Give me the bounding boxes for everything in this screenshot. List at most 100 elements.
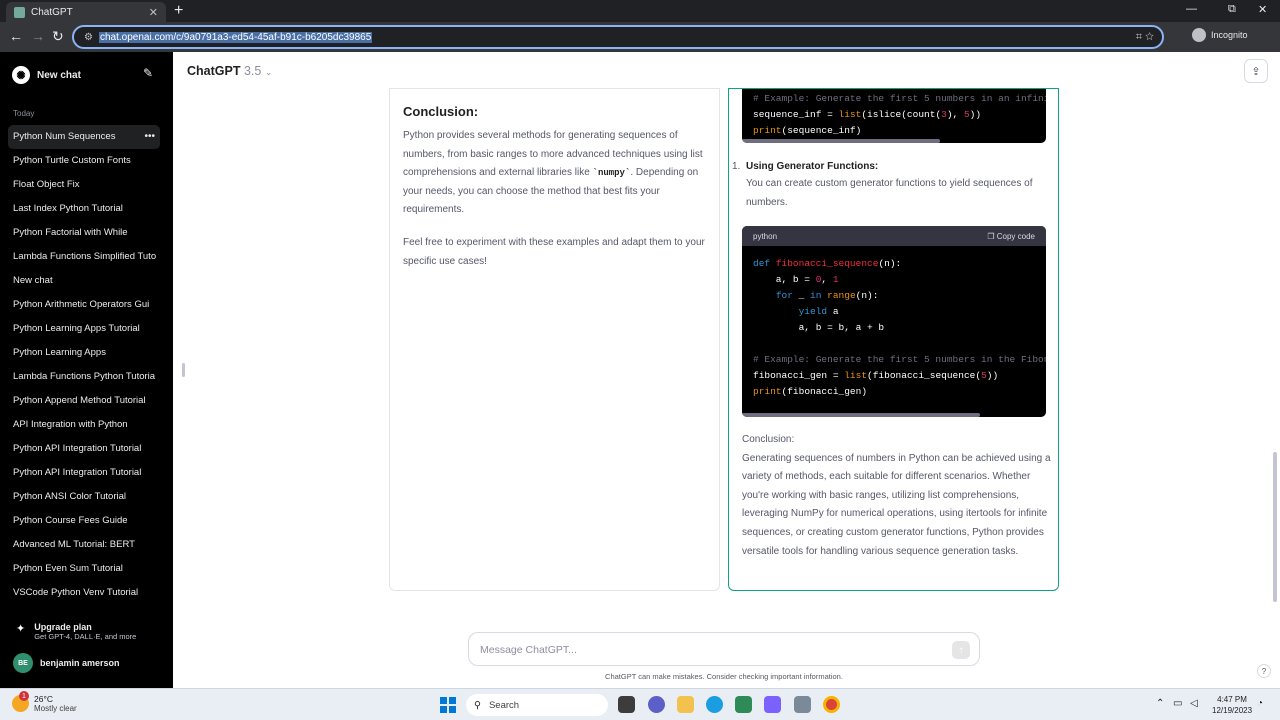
- send-button[interactable]: ↑: [952, 641, 970, 659]
- sidebar-history-label: Lambda Functions Simplified Tuto: [13, 251, 157, 262]
- code-text: (fibonacci_sequence(: [867, 370, 982, 381]
- model-selector[interactable]: ChatGPT 3.5 ⌄: [187, 64, 272, 78]
- sidebar-history-item[interactable]: Python API Integration Tutorial: [8, 461, 160, 485]
- code-text: )): [969, 109, 982, 120]
- chrome-icon[interactable]: [823, 696, 840, 713]
- code-text: (sequence_inf): [781, 125, 862, 136]
- new-chat-button[interactable]: ✺ New chat: [12, 66, 81, 84]
- bookmark-star-icon[interactable]: ⌗ ☆: [1136, 31, 1154, 44]
- user-menu[interactable]: BE benjamin amerson: [13, 653, 120, 673]
- notification-icon[interactable]: ◔: [1257, 698, 1263, 709]
- new-tab-button[interactable]: +: [174, 2, 183, 20]
- sidebar-history-label: Python Append Method Tutorial: [13, 395, 146, 406]
- sidebar-history-item[interactable]: Lambda Functions Python Tutoria: [8, 365, 160, 389]
- sidebar-history-label: VSCode Python Venv Tutorial: [13, 587, 139, 598]
- sidebar-history-item[interactable]: Python Factorial with While: [8, 221, 160, 245]
- volume-icon[interactable]: ◁: [1190, 698, 1198, 709]
- code-keyword: in: [810, 290, 822, 301]
- sidebar-history-item[interactable]: Python Course Fees Guide: [8, 509, 160, 533]
- sidebar-history-label: API Integration with Python: [13, 419, 128, 430]
- restore-button[interactable]: ⧉: [1228, 3, 1236, 16]
- code-text: (n):: [878, 258, 902, 269]
- sidebar-history-item[interactable]: API Integration with Python: [8, 413, 160, 437]
- minimize-button[interactable]: —: [1186, 3, 1197, 15]
- sidebar-history-item[interactable]: Python ANSI Color Tutorial: [8, 485, 160, 509]
- help-button[interactable]: ?: [1257, 664, 1271, 678]
- sidebar-history-item[interactable]: New chat: [8, 269, 160, 293]
- page-scrollbar[interactable]: [1273, 452, 1277, 602]
- conclusion-heading: Conclusion:: [403, 104, 479, 119]
- response-panel-left[interactable]: Conclusion: Python provides several meth…: [389, 88, 720, 591]
- sidebar-history-item[interactable]: Python Learning Apps Tutorial: [8, 317, 160, 341]
- address-bar[interactable]: ⚙ chat.openai.com/c/9a0791a3-ed54-45af-b…: [72, 25, 1164, 49]
- share-icon: ⇪: [1251, 65, 1261, 78]
- forward-icon[interactable]: →: [31, 28, 45, 44]
- close-window-button[interactable]: ✕: [1258, 3, 1267, 16]
- sparkle-icon: ✦: [16, 623, 26, 635]
- sidebar-history-item[interactable]: Python Num Sequences •••: [8, 125, 160, 149]
- sidebar-history-item[interactable]: VSCode Python Venv Tutorial: [8, 581, 160, 605]
- code-comment: # Example: Generate the first 5 numbers …: [753, 354, 1046, 365]
- app-icon[interactable]: [794, 696, 811, 713]
- code-header: python ❐ Copy code: [742, 226, 1046, 246]
- code-builtin: print: [753, 386, 782, 397]
- code-scrollbar[interactable]: [742, 139, 940, 143]
- message-composer[interactable]: Message ChatGPT... ↑: [468, 632, 980, 666]
- sidebar-history-item[interactable]: Last Index Python Tutorial: [8, 197, 160, 221]
- tab-close-icon[interactable]: ✕: [149, 6, 158, 19]
- model-name: ChatGPT: [187, 64, 241, 78]
- start-button[interactable]: [440, 697, 456, 713]
- sidebar-history-item[interactable]: Float Object Fix: [8, 173, 160, 197]
- system-clock[interactable]: 4:47 PM 12/19/2023: [1212, 694, 1252, 716]
- address-url[interactable]: chat.openai.com/c/9a0791a3-ed54-45af-b91…: [98, 31, 373, 43]
- sidebar-history-item[interactable]: Python Even Sum Tutorial: [8, 557, 160, 581]
- message-input[interactable]: Message ChatGPT...: [480, 644, 577, 656]
- avatar: BE: [13, 653, 33, 673]
- network-icon[interactable]: ▭: [1173, 698, 1182, 709]
- site-info-icon[interactable]: ⚙: [84, 32, 93, 43]
- code-text: _: [792, 290, 811, 301]
- upgrade-plan-button[interactable]: ✦ Upgrade plan Get GPT-4, DALL·E, and mo…: [16, 622, 136, 641]
- weather-widget[interactable]: 1 26°C Mostly clear: [12, 691, 77, 713]
- sidebar-resize-handle[interactable]: [182, 363, 185, 377]
- edit-icon[interactable]: ✎: [143, 66, 153, 80]
- sidebar-history-item[interactable]: Python Append Method Tutorial: [8, 389, 160, 413]
- arrow-up-icon: ↑: [958, 644, 964, 656]
- sidebar-history-item[interactable]: Python Arithmetic Operators Gui: [8, 293, 160, 317]
- vpn-app-icon[interactable]: [764, 696, 781, 713]
- code-scrollbar[interactable]: [742, 413, 980, 417]
- task-view-icon[interactable]: [618, 696, 635, 713]
- sidebar-history-label: New chat: [13, 275, 53, 286]
- code-comment: # Example: Generate the first 5 numbers …: [753, 93, 1046, 104]
- chat-app-icon[interactable]: [648, 696, 665, 713]
- back-icon[interactable]: ←: [9, 28, 23, 44]
- code-text: fibonacci_gen =: [753, 370, 845, 381]
- sidebar-history-item[interactable]: Python API Integration Tutorial: [8, 437, 160, 461]
- share-button[interactable]: ⇪: [1244, 59, 1268, 83]
- reload-icon[interactable]: ↻: [52, 28, 64, 45]
- list-number: 1.: [732, 161, 741, 172]
- sidebar-history-item[interactable]: Lambda Functions Simplified Tuto: [8, 245, 160, 269]
- code-text: (n):: [855, 290, 879, 301]
- sidebar-history-label: Python Arithmetic Operators Gui: [13, 299, 150, 310]
- file-explorer-icon[interactable]: [677, 696, 694, 713]
- code-builtin: print: [753, 125, 782, 136]
- taskbar-search[interactable]: ⚲ Search: [466, 694, 608, 716]
- sidebar-history-item[interactable]: Python Turtle Custom Fonts: [8, 149, 160, 173]
- copy-code-button[interactable]: ❐ Copy code: [987, 232, 1035, 241]
- code-text: a: [827, 306, 839, 317]
- sidebar-history-item[interactable]: Python Learning Apps: [8, 341, 160, 365]
- response-panel-right[interactable]: # Example: Generate the first 5 numbers …: [728, 88, 1059, 591]
- code-text: a, b =: [753, 274, 816, 285]
- incognito-indicator[interactable]: Incognito: [1192, 28, 1248, 42]
- browser-tab[interactable]: ChatGPT ✕: [6, 2, 166, 22]
- store-icon[interactable]: [735, 696, 752, 713]
- taskbar-search-label: Search: [488, 699, 520, 711]
- sidebar-history-item[interactable]: Advanced ML Tutorial: BERT: [8, 533, 160, 557]
- sidebar-history-label: Python Even Sum Tutorial: [13, 563, 123, 574]
- sidebar-history-label: Python Learning Apps: [13, 347, 106, 358]
- edge-icon[interactable]: [706, 696, 723, 713]
- final-conclusion: Conclusion: Generating sequences of numbe…: [742, 431, 1052, 561]
- chevron-up-icon[interactable]: ⌃: [1156, 698, 1164, 709]
- more-options-icon[interactable]: •••: [144, 125, 155, 149]
